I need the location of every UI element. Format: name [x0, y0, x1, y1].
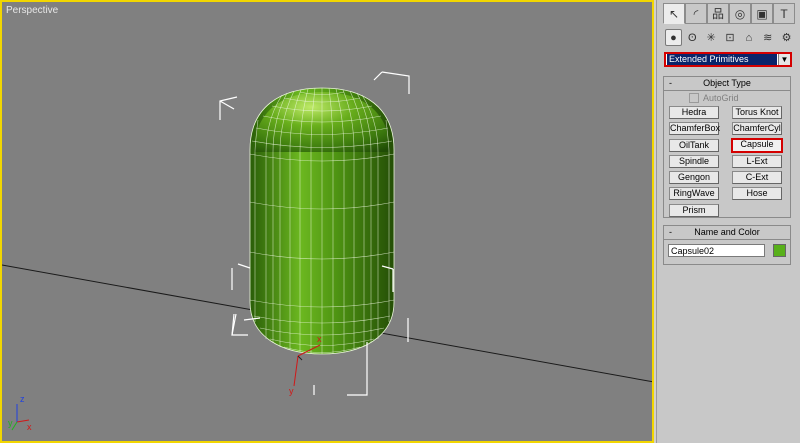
- helpers-icon[interactable]: ⌂: [740, 29, 757, 46]
- category-dropdown[interactable]: Extended Primitives ▼: [664, 52, 792, 67]
- viewport-scene: x y z y x: [2, 71, 652, 432]
- create-category-icons: ● ʘ ✳ ⊡ ⌂ ≋ ⚙: [665, 29, 795, 47]
- rollout-title: Name and Color: [694, 227, 760, 237]
- object-name-field[interactable]: Capsule02: [668, 244, 765, 257]
- systems-icon[interactable]: ⚙: [778, 29, 795, 46]
- axis-y-label: y: [8, 418, 13, 428]
- perspective-viewport[interactable]: Perspective x y z y x: [0, 0, 654, 443]
- display-tab-icon[interactable]: ▣: [751, 3, 773, 24]
- gengon-button[interactable]: Gengon: [669, 171, 719, 184]
- gizmo-y-label: y: [289, 386, 294, 396]
- capsule-button[interactable]: Capsule: [731, 138, 783, 153]
- create-tab-icon[interactable]: ↖: [663, 3, 685, 24]
- object-color-swatch[interactable]: [773, 244, 786, 257]
- gizmo-x-label: x: [317, 334, 322, 344]
- name-and-color-rollout-header[interactable]: - Name and Color: [664, 226, 790, 240]
- l-ext-button[interactable]: L-Ext: [732, 155, 782, 168]
- utilities-tab-icon[interactable]: T: [773, 3, 795, 24]
- chamfercyl-button[interactable]: ChamferCyl: [732, 122, 782, 135]
- chamferbox-button[interactable]: ChamferBox: [669, 122, 720, 135]
- name-and-color-rollout: - Name and Color Capsule02: [663, 225, 791, 265]
- spacewarps-icon[interactable]: ≋: [759, 29, 776, 46]
- motion-tab-icon[interactable]: ◎: [729, 3, 751, 24]
- object-type-rollout-header[interactable]: - Object Type: [664, 77, 790, 91]
- category-dropdown-value: Extended Primitives: [667, 54, 777, 65]
- capsule-object: [249, 87, 395, 355]
- command-panel-tabs: ↖ ◜ 品 ◎ ▣ T: [663, 3, 795, 25]
- ringwave-button[interactable]: RingWave: [669, 187, 719, 200]
- hose-button[interactable]: Hose: [732, 187, 782, 200]
- spindle-button[interactable]: Spindle: [669, 155, 719, 168]
- autogrid-label: AutoGrid: [703, 93, 739, 103]
- collapse-icon[interactable]: -: [669, 77, 672, 90]
- modify-tab-icon[interactable]: ◜: [685, 3, 707, 24]
- torus-knot-button[interactable]: Torus Knot: [732, 106, 782, 119]
- cameras-icon[interactable]: ⊡: [722, 29, 739, 46]
- shapes-icon[interactable]: ʘ: [684, 29, 701, 46]
- chevron-down-icon[interactable]: ▼: [778, 54, 790, 65]
- axis-z-label: z: [20, 394, 25, 404]
- collapse-icon[interactable]: -: [669, 226, 672, 239]
- lights-icon[interactable]: ✳: [703, 29, 720, 46]
- prism-button[interactable]: Prism: [669, 204, 719, 217]
- hierarchy-tab-icon[interactable]: 品: [707, 3, 729, 24]
- hedra-button[interactable]: Hedra: [669, 106, 719, 119]
- geometry-icon[interactable]: ●: [665, 29, 682, 46]
- oiltank-button[interactable]: OilTank: [669, 139, 719, 152]
- autogrid-checkbox[interactable]: AutoGrid: [689, 93, 739, 103]
- rollout-title: Object Type: [703, 78, 751, 88]
- checkbox-icon[interactable]: [689, 93, 699, 103]
- axis-x-label: x: [27, 422, 32, 432]
- object-type-rollout: - Object Type AutoGrid Hedra Torus Knot …: [663, 76, 791, 218]
- c-ext-button[interactable]: C-Ext: [732, 171, 782, 184]
